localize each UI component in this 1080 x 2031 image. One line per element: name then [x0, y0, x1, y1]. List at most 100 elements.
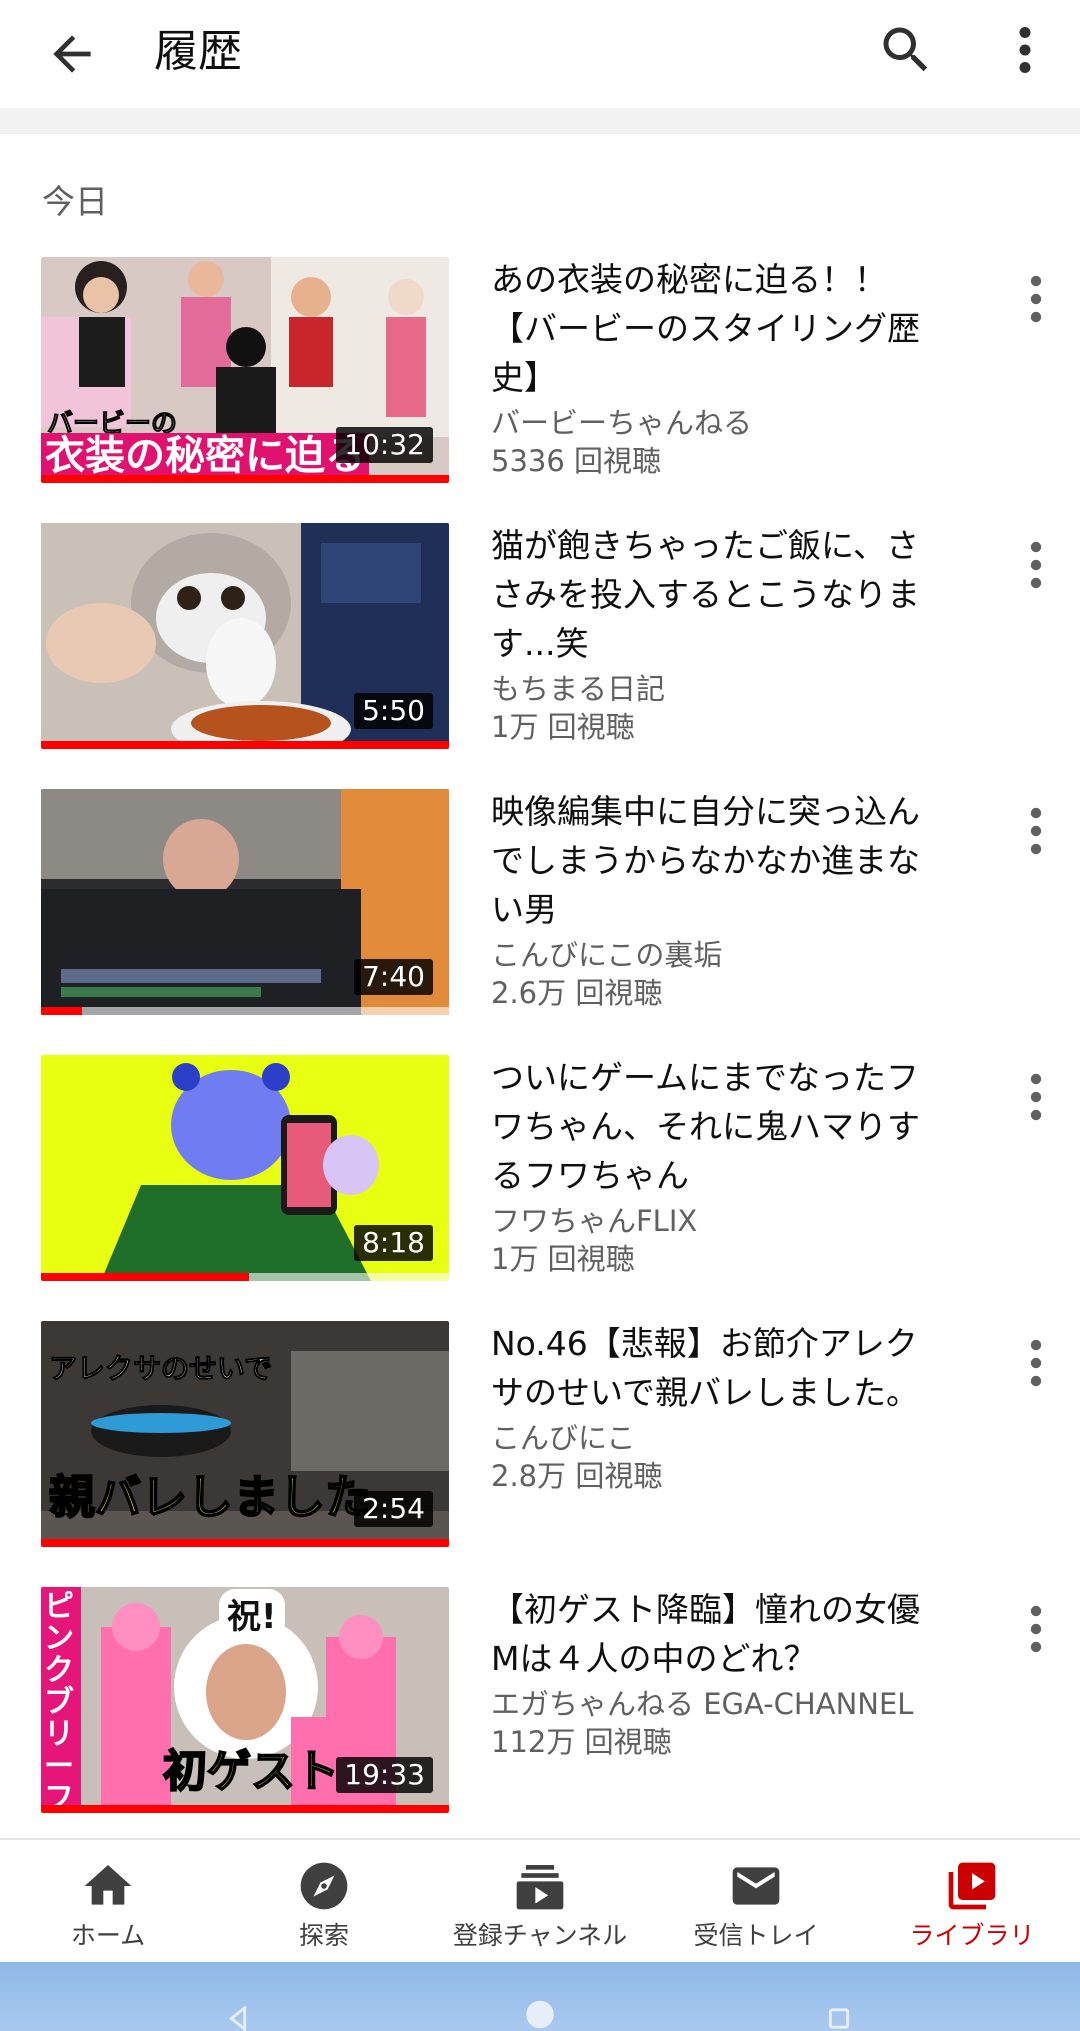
video-thumbnail[interactable]: 5:50 [41, 523, 449, 749]
watch-progress-track [41, 1805, 449, 1813]
system-navigation-bar [0, 1962, 1080, 2031]
video-duration: 7:40 [354, 959, 433, 995]
video-thumbnail[interactable]: バービーの 衣装の秘密に迫る 10:32 [41, 257, 449, 483]
video-title[interactable]: No.46【悲報】お節介アレク サのせいで親バレしました。 [491, 1319, 971, 1417]
video-duration: 2:54 [354, 1491, 433, 1527]
video-title-line: 史】 [491, 358, 557, 397]
nav-tab-inbox[interactable]: 受信トレイ [648, 1840, 864, 1964]
video-thumbnail[interactable]: 7:40 [41, 789, 449, 1015]
video-thumbnail[interactable]: 8:18 [41, 1055, 449, 1281]
nav-tab-label: ホーム [70, 1921, 146, 1950]
history-video-item[interactable]: バービーの 衣装の秘密に迫る 10:32 あの衣装の秘密に迫る！！ 【バービーの… [0, 257, 1080, 487]
video-title[interactable]: 【初ゲスト降臨】憧れの女優 Mは４人の中のどれ？ [491, 1585, 971, 1683]
system-recents-icon[interactable] [826, 2006, 852, 2031]
nav-tab-subscriptions[interactable]: 登録チャンネル [432, 1840, 648, 1964]
view-count: 1万 回視聴 [491, 710, 635, 744]
more-vert-icon[interactable] [1016, 1333, 1056, 1393]
video-duration: 10:32 [336, 427, 433, 463]
video-title-line: るフワちゃん [491, 1156, 689, 1195]
inbox-icon [732, 1867, 780, 1905]
video-title-line: Mは４人の中のどれ？ [491, 1639, 817, 1678]
video-title-line: 映像編集中に自分に突っ込ん [491, 792, 920, 831]
history-video-item[interactable]: アレクサのせいで 親バレしました 2:54 No.46【悲報】お節介アレク サの… [0, 1321, 1080, 1551]
thumbnail-caption: 親バレしました [48, 1469, 372, 1525]
watch-progress-track [41, 1007, 449, 1015]
nav-tab-label: ライブラリ [909, 1921, 1035, 1950]
video-thumbnail[interactable]: ピンクブリーフ団 祝! 初ゲスト 19:33 [41, 1587, 449, 1813]
channel-name: こんびにこ [491, 1421, 636, 1455]
watch-progress-track [41, 1539, 449, 1547]
watch-progress [41, 1007, 82, 1015]
view-count: 5336 回視聴 [491, 444, 662, 478]
view-count: 2.8万 回視聴 [491, 1459, 663, 1493]
channel-name: もちまる日記 [491, 672, 666, 706]
video-duration: 5:50 [354, 693, 433, 729]
system-home-icon[interactable] [516, 1998, 564, 2031]
watch-progress-track [41, 1273, 449, 1281]
nav-tab-library[interactable]: ライブラリ [864, 1840, 1080, 1964]
view-count: 112万 回視聴 [491, 1725, 672, 1759]
nav-tab-label: 登録チャンネル [452, 1921, 628, 1950]
thumbnail-caption: 衣装の秘密に迫る [41, 433, 369, 479]
nav-tab-home[interactable]: ホーム [0, 1840, 216, 1964]
more-vert-icon[interactable] [1016, 535, 1056, 595]
history-video-item[interactable]: ピンクブリーフ団 祝! 初ゲスト 19:33 【初ゲスト降臨】憧れの女優 Mは４… [0, 1587, 1080, 1817]
channel-name: フワちゃんFLIX [491, 1204, 698, 1238]
app-bar: 履歴 [0, 0, 1080, 108]
library-icon [948, 1862, 996, 1910]
section-label-today: 今日 [42, 182, 108, 221]
video-title-line: 【初ゲスト降臨】憧れの女優 [491, 1590, 920, 1629]
watch-progress-track [41, 475, 449, 483]
history-video-item[interactable]: 5:50 猫が飽きちゃったご飯に、さ さみを投入するとこうなりま す...笑 も… [0, 523, 1080, 753]
video-title-line: No.46【悲報】お節介アレク [491, 1324, 918, 1363]
video-title-line: 猫が飽きちゃったご飯に、さ [491, 526, 920, 565]
video-title-line: ワちゃん、それに鬼ハマりす [491, 1107, 920, 1146]
nav-tab-explore[interactable]: 探索 [216, 1840, 432, 1964]
system-back-icon[interactable] [225, 2006, 251, 2031]
thumbnail-caption-sub: アレクサのせいで [48, 1352, 273, 1386]
video-title-line: サのせいで親バレしました。 [491, 1373, 920, 1412]
channel-name: こんびにこの裏垢 [491, 938, 723, 972]
arrow-back-icon[interactable] [44, 26, 100, 82]
video-title-line: さみを投入するとこうなりま [491, 575, 920, 614]
video-title-line: ついにゲームにまでなったフ [491, 1058, 920, 1097]
video-title-line: あの衣装の秘密に迫る！！ [491, 260, 887, 299]
channel-name: エガちゃんねる EGA-CHANNEL [491, 1687, 914, 1721]
watch-progress [41, 741, 449, 749]
thumbnail-caption-sub: 祝! [219, 1589, 285, 1638]
more-vert-icon[interactable] [1016, 801, 1056, 861]
video-duration: 8:18 [354, 1225, 433, 1261]
watch-progress [41, 1805, 449, 1813]
more-vert-icon[interactable] [1016, 1067, 1056, 1127]
bottom-navigation: ホーム 探索 登録チャンネル 受信トレイ ライブラリ [0, 1838, 1080, 1964]
watch-progress-track [41, 741, 449, 749]
header-divider [0, 108, 1080, 134]
video-title-line: す...笑 [491, 624, 589, 663]
watch-progress [41, 475, 449, 483]
thumbnail-caption: 初ゲスト [162, 1745, 340, 1798]
video-title[interactable]: 映像編集中に自分に突っ込ん でしまうからなかなか進まな い男 [491, 787, 971, 934]
video-title[interactable]: 猫が飽きちゃったご飯に、さ さみを投入するとこうなりま す...笑 [491, 521, 971, 668]
video-title[interactable]: あの衣装の秘密に迫る！！ 【バービーのスタイリング歴 史】 [491, 255, 971, 402]
more-vert-icon[interactable] [1016, 269, 1056, 329]
video-title[interactable]: ついにゲームにまでなったフ ワちゃん、それに鬼ハマりす るフワちゃん [491, 1053, 971, 1200]
search-icon[interactable] [876, 20, 936, 80]
history-video-item[interactable]: 8:18 ついにゲームにまでなったフ ワちゃん、それに鬼ハマりす るフワちゃん … [0, 1055, 1080, 1285]
explore-icon [300, 1862, 348, 1910]
history-video-item[interactable]: 7:40 映像編集中に自分に突っ込ん でしまうからなかなか進まな い男 こんびに… [0, 789, 1080, 1019]
video-title-line: でしまうからなかなか進まな [491, 841, 920, 880]
watch-progress [41, 1273, 250, 1281]
video-title-line: い男 [491, 890, 557, 929]
subscriptions-icon [516, 1865, 564, 1910]
view-count: 2.6万 回視聴 [491, 976, 663, 1010]
more-vert-icon[interactable] [1016, 1599, 1056, 1659]
view-count: 1万 回視聴 [491, 1242, 635, 1276]
watch-progress [41, 1539, 449, 1547]
nav-tab-label: 探索 [298, 1921, 349, 1950]
more-vert-icon[interactable] [1000, 20, 1050, 80]
video-thumbnail[interactable]: アレクサのせいで 親バレしました 2:54 [41, 1321, 449, 1547]
home-icon [84, 1865, 132, 1905]
video-duration: 19:33 [336, 1757, 433, 1793]
thumbnail-side-text: ピンクブリーフ団 [44, 1589, 74, 1814]
nav-tab-label: 受信トレイ [693, 1921, 819, 1950]
